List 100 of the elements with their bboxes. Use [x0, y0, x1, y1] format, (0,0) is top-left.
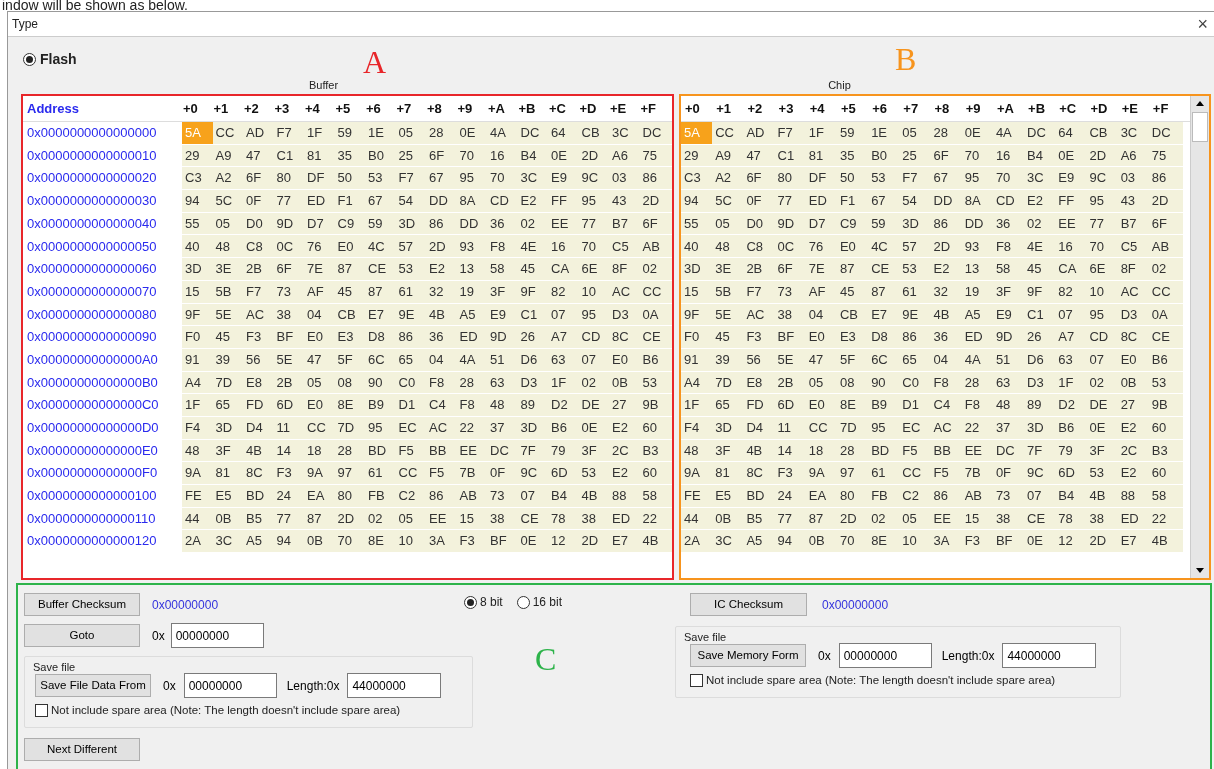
hex-cell-text: 67: [428, 169, 445, 188]
down-arrow-icon[interactable]: [1196, 568, 1204, 573]
hex-cell-text: 13: [963, 260, 981, 279]
column-header: +9: [965, 99, 982, 118]
hex-cell-text: 9B: [1150, 396, 1169, 415]
hex-cell-text: 47: [306, 350, 323, 369]
hex-cell-text: 28: [838, 441, 856, 460]
hex-cell-text: 28: [458, 373, 475, 392]
hex-cell-text: 67: [870, 192, 887, 211]
input-field[interactable]: 44000000: [347, 673, 442, 698]
checkbox[interactable]: [35, 704, 48, 718]
up-arrow-icon[interactable]: [1196, 101, 1204, 106]
hex-cell-text: 75: [1150, 146, 1168, 165]
input-field[interactable]: 44000000: [1002, 643, 1097, 668]
hex-cell-text: 94: [776, 532, 794, 551]
scrollbar-thumb[interactable]: [1192, 112, 1208, 142]
button[interactable]: Goto: [24, 624, 140, 647]
hex-cell-text: CC: [901, 464, 923, 483]
hex-cell-text: FF: [550, 192, 568, 211]
hex-cell-text: 35: [838, 146, 856, 165]
hex-cell-text: 04: [807, 305, 825, 324]
hex-cell-text: 7D: [714, 373, 733, 392]
hex-cell-text: 1F: [306, 124, 324, 143]
hex-cell-text: AC: [745, 305, 766, 324]
hex-cell-text: BB: [428, 441, 448, 460]
hex-cell-text: AB: [963, 487, 984, 506]
button[interactable]: Save Memory Form: [690, 644, 806, 667]
button[interactable]: Buffer Checksum: [24, 593, 140, 616]
hex-cell-text: F7: [275, 124, 293, 143]
field-label: 0x: [152, 627, 165, 645]
checkbox[interactable]: [690, 674, 703, 688]
button[interactable]: Save File Data From: [35, 674, 151, 697]
hex-cell-text: C4: [932, 396, 952, 415]
hex-cell-text: ED: [458, 328, 479, 347]
hex-cell-text: 9A: [683, 464, 701, 483]
hex-cell-text: D7: [306, 214, 325, 233]
checksum-value: 0x00000000: [822, 596, 889, 614]
hex-cell-text: 9D: [994, 328, 1014, 347]
hex-cell-text: 10: [397, 532, 414, 551]
hex-cell-text: C5: [1119, 237, 1139, 256]
hex-cell-text: E2: [1119, 464, 1138, 483]
button[interactable]: IC Checksum: [690, 593, 807, 616]
hex-cell-text: 40: [683, 237, 700, 256]
hex-cell-text: A2: [214, 169, 233, 188]
hex-cell-text: E8: [745, 373, 764, 392]
hex-cell-text: 73: [994, 487, 1012, 506]
hex-cell-text: BF: [776, 328, 796, 347]
hex-cell-text: 59: [838, 124, 856, 143]
hex-cell-text: 9A: [306, 464, 324, 483]
hex-cell-text: F8: [428, 373, 446, 392]
hex-cell-text: 58: [489, 260, 506, 279]
hex-cell-text: A9: [714, 146, 733, 165]
scrollbar[interactable]: [1190, 96, 1209, 578]
hex-cell-text: 02: [367, 509, 384, 528]
hex-cell-text: E2: [428, 260, 446, 279]
hex-cell-text: 37: [994, 419, 1012, 438]
hex-cell-text: 48: [214, 237, 231, 256]
hex-cell-text: 28: [336, 441, 353, 460]
hex-cell-text: 6D: [1057, 464, 1076, 483]
hex-cell-text: E3: [838, 328, 857, 347]
hex-cell-text: C9: [336, 214, 356, 233]
hex-cell-text: 53: [1088, 464, 1105, 483]
hex-cell-text: 53: [1150, 373, 1168, 392]
hex-cell-text: 0E: [580, 419, 599, 438]
hex-cell-text: 82: [1057, 282, 1074, 301]
hex-cell-text: F7: [245, 282, 263, 301]
hex-cell-text: 38: [776, 305, 794, 324]
hex-cell-text: DD: [932, 192, 954, 211]
radio-label: Flash: [40, 49, 77, 69]
radio-button[interactable]: [464, 595, 477, 609]
hex-cell-text: 80: [776, 169, 794, 188]
hex-cell-text: E7: [367, 305, 385, 324]
hex-cell-text: 7B: [963, 464, 982, 483]
hex-cell-text: 6E: [580, 260, 599, 279]
hex-cell-text: 38: [580, 509, 597, 528]
hex-cell-text: 05: [901, 124, 918, 143]
hex-cell-text: 0E: [458, 124, 477, 143]
hex-cell-text: 02: [870, 509, 887, 528]
input-field[interactable]: 00000000: [170, 623, 264, 648]
hex-cell-text: 8E: [336, 396, 355, 415]
hex-cell-text: CA: [1057, 260, 1078, 279]
hex-cell-text: AC: [932, 419, 953, 438]
hex-cell-text: ED: [306, 192, 327, 211]
input-field[interactable]: 00000000: [183, 673, 277, 698]
close-button[interactable]: ×: [1197, 15, 1210, 33]
hex-cell-text: F5: [932, 464, 950, 483]
hex-cell-text: 51: [489, 350, 506, 369]
hex-cell-text: 6F: [428, 146, 446, 165]
button[interactable]: Next Different: [24, 738, 140, 762]
hex-cell-text: DC: [489, 441, 510, 460]
column-header: +D: [1090, 99, 1109, 118]
radio-button[interactable]: [516, 595, 530, 609]
radio-button[interactable]: [23, 52, 36, 66]
hex-cell-text: CE: [367, 260, 388, 279]
hex-cell-text: F7: [776, 124, 794, 143]
hex-cell-text: 61: [870, 464, 887, 483]
hex-cell-text: 16: [1057, 237, 1074, 256]
input-field[interactable]: 00000000: [838, 643, 932, 668]
hex-cell-text: CC: [397, 464, 419, 483]
hex-cell-text: 36: [489, 214, 506, 233]
